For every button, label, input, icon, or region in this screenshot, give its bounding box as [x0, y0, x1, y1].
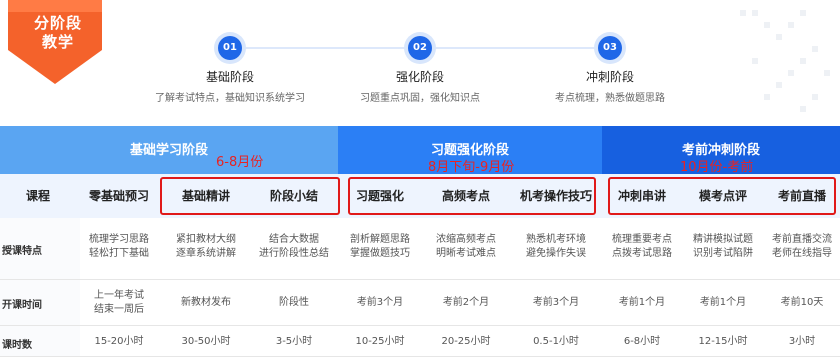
phase-annotation: 10月份-考前 [680, 160, 754, 175]
badge-line-2: 教学 [41, 33, 74, 51]
table-cell: 考前3个月 [532, 297, 580, 308]
table-cell: 10-25小时 [355, 336, 405, 347]
table-cell: 20-25小时 [441, 336, 491, 347]
step-sprint: 03 冲刺阶段 考点梳理，熟悉做题思路 [510, 36, 710, 104]
table-cell: 结合大数据 进行阶段性总结 [259, 234, 329, 259]
step-title: 基础阶段 [205, 70, 254, 84]
step-description: 了解考试特点，基础知识系统学习 [155, 93, 305, 104]
phase-annotation: 6-8月份 [216, 155, 264, 170]
table-cell: 精讲模拟试题 识别考试陷阱 [693, 234, 753, 259]
table-cell: 新教材发布 [181, 297, 231, 308]
table-cell: 紧扣教材大纲 逐章系统讲解 [176, 234, 236, 259]
table-cell: 考前1个月 [618, 297, 666, 308]
phase-basic: 基础学习阶段 6-8月份 [0, 126, 338, 174]
step-intensive: 02 强化阶段 习题重点巩固，强化知识点 [320, 36, 520, 104]
table-row: 开课时间 上一年考试 结束一周后 新教材发布 阶段性 考前3个月 考前2个月 考… [0, 280, 840, 326]
stages-banner: 分阶段 教学 01 基础阶段 了解考试特点，基础知识系统学习 02 强化阶段 习… [0, 0, 840, 126]
table-cell: 梳理学习思路 轻松打下基础 [89, 234, 149, 259]
table-cell: 3-5小时 [275, 336, 313, 347]
table-cell: 15-20小时 [94, 336, 144, 347]
table-row: 授课特点 梳理学习思路 轻松打下基础 紧扣教材大纲 逐章系统讲解 结合大数据 进… [0, 218, 840, 280]
highlight-box-basic [160, 177, 340, 215]
table-cell: 3小时 [788, 336, 816, 347]
row-label: 授课特点 [2, 246, 42, 257]
table-cell: 0.5-1小时 [533, 336, 579, 347]
step-basic: 01 基础阶段 了解考试特点，基础知识系统学习 [130, 36, 330, 104]
table-cell: 30-50小时 [181, 336, 231, 347]
step-description: 考点梳理，熟悉做题思路 [555, 93, 665, 104]
highlight-box-intensive [348, 177, 596, 215]
decorative-pattern-icon [740, 10, 830, 112]
table-cell: 梳理重要考点 点拨考试思路 [612, 234, 672, 259]
step-number-badge: 02 [408, 36, 432, 60]
table-cell: 上一年考试 结束一周后 [94, 290, 144, 315]
step-title: 强化阶段 [395, 70, 444, 84]
table-cell: 浓缩高频考点 明晰考试难点 [436, 234, 496, 259]
step-number-badge: 01 [218, 36, 242, 60]
table-cell: 12-15小时 [698, 336, 748, 347]
phase-intensive: 习题强化阶段 8月下旬-9月份 [338, 126, 602, 175]
table-cell: 考前10天 [780, 297, 824, 308]
step-title: 冲刺阶段 [585, 70, 634, 84]
table-cell: 6-8小时 [623, 336, 661, 347]
course-preview[interactable]: 零基础预习 [76, 174, 162, 218]
stage-badge-label: 分阶段 教学 [20, 14, 96, 52]
highlight-box-sprint [608, 177, 836, 215]
badge-line-1: 分阶段 [33, 14, 82, 32]
row-label: 课时数 [2, 340, 32, 351]
row-label: 开课时间 [2, 300, 42, 311]
table-cell: 考前直播交流 老师在线指导 [772, 234, 832, 259]
header-label: 课程 [25, 189, 50, 203]
table-cell: 剖析解题思路 掌握做题技巧 [350, 234, 410, 259]
table-cell: 考前1个月 [699, 297, 747, 308]
phase-title: 基础学习阶段 [129, 143, 208, 158]
step-description: 习题重点巩固，强化知识点 [360, 93, 480, 104]
phase-header-row: 基础学习阶段 6-8月份 习题强化阶段 8月下旬-9月份 考前冲刺阶段 10月份… [0, 126, 840, 175]
phase-sprint: 考前冲刺阶段 10月份-考前 [602, 126, 840, 175]
table-cell: 考前3个月 [356, 297, 404, 308]
table-cell: 阶段性 [279, 297, 309, 308]
table-row: 课时数 15-20小时 30-50小时 3-5小时 10-25小时 20-25小… [0, 326, 840, 357]
phase-annotation: 8月下旬-9月份 [428, 160, 515, 175]
table-cell: 考前2个月 [442, 297, 490, 308]
table-cell: 熟悉机考环境 避免操作失误 [526, 234, 586, 259]
step-number-badge: 03 [598, 36, 622, 60]
